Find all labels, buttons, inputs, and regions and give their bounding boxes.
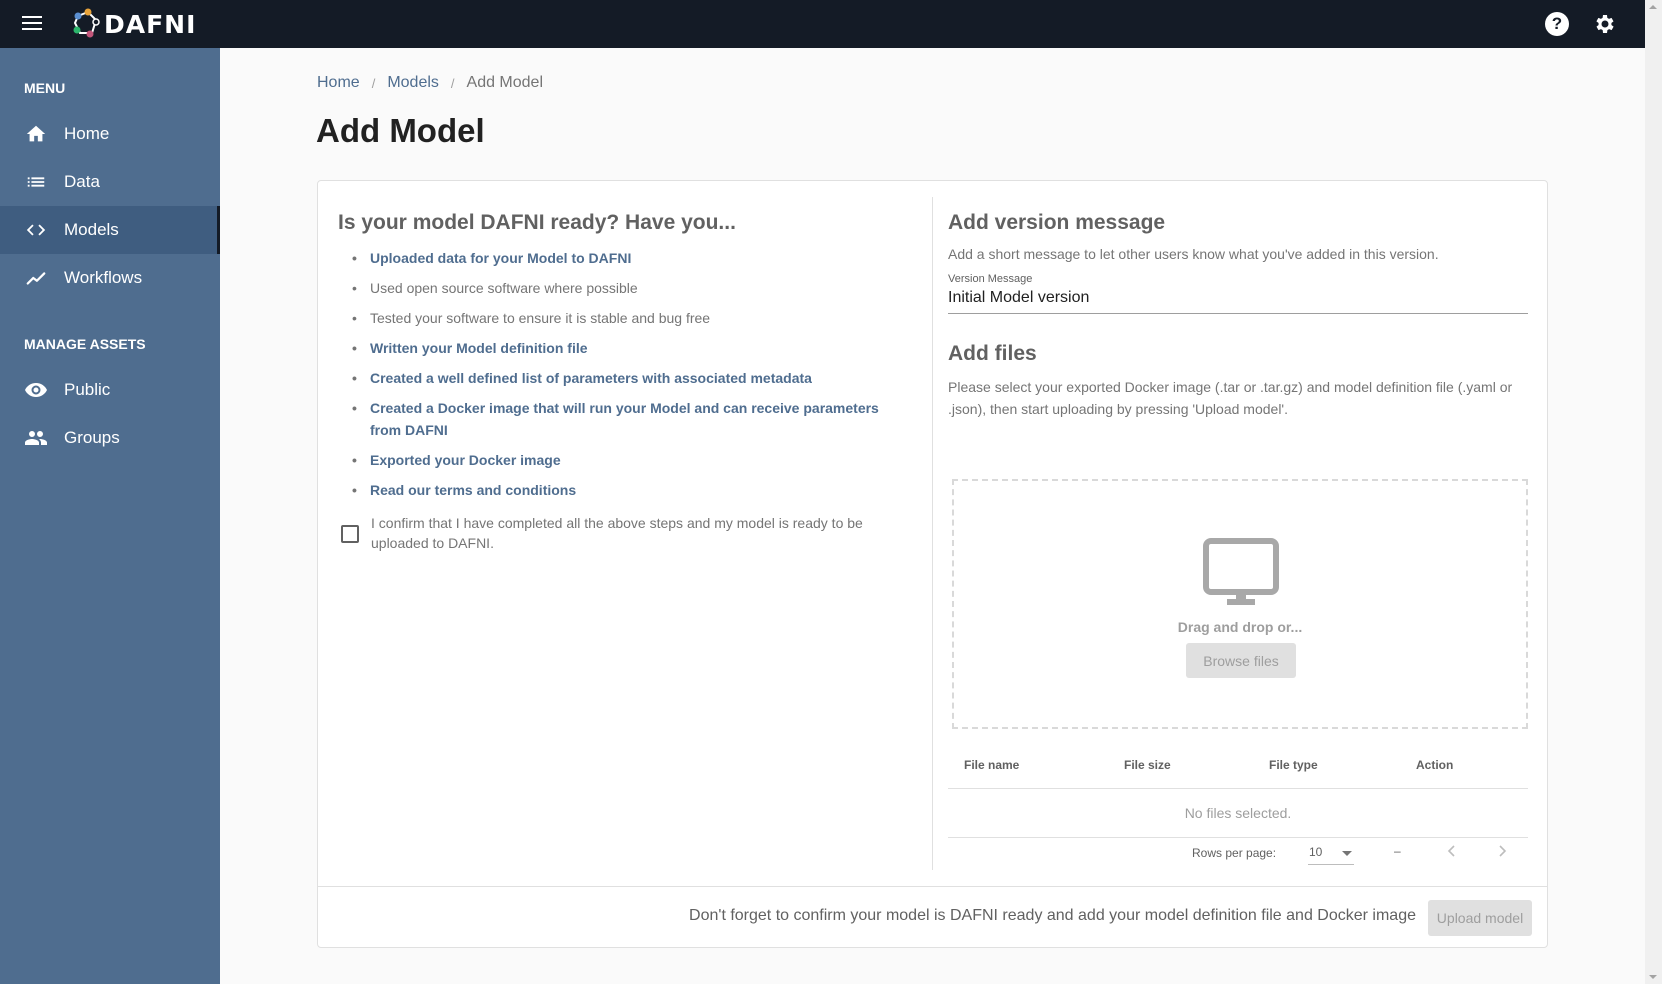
sidebar-item-groups[interactable]: Groups bbox=[0, 414, 220, 462]
sidebar-menu-heading: MENU bbox=[24, 80, 66, 96]
code-icon bbox=[24, 218, 48, 242]
dafni-logo[interactable]: DAFNI bbox=[70, 8, 196, 40]
breadcrumb-home[interactable]: Home bbox=[317, 74, 360, 92]
rows-per-page-select[interactable]: 10 bbox=[1308, 837, 1354, 865]
scroll-down-arrow-icon[interactable] bbox=[1649, 975, 1657, 979]
files-table-header: File name File size File type Action bbox=[948, 741, 1528, 789]
checklist-item-parameters[interactable]: Created a well defined list of parameter… bbox=[350, 367, 908, 389]
logo-text: DAFNI bbox=[104, 9, 197, 39]
scroll-up-arrow-icon[interactable] bbox=[1649, 5, 1657, 9]
browse-files-button[interactable]: Browse files bbox=[1186, 643, 1296, 678]
pagination-range: – bbox=[1394, 844, 1401, 858]
table-pagination: Rows per page: 10 – bbox=[948, 831, 1528, 871]
trend-icon bbox=[24, 266, 48, 290]
list-icon bbox=[24, 170, 48, 194]
sidebar-item-label: Workflows bbox=[64, 268, 143, 287]
top-app-bar: DAFNI ? bbox=[0, 0, 1645, 48]
sidebar: MENU Home Data Models Workflows MANAGE A… bbox=[0, 48, 220, 984]
breadcrumb-separator: / bbox=[450, 75, 455, 91]
breadcrumb-current: Add Model bbox=[466, 74, 544, 91]
version-and-files-section: Add version message Add a short message … bbox=[948, 211, 1528, 865]
column-divider bbox=[932, 197, 933, 870]
sidebar-assets-heading: MANAGE ASSETS bbox=[24, 336, 146, 352]
confirm-label[interactable]: I confirm that I have completed all the … bbox=[371, 513, 871, 553]
sidebar-item-label: Data bbox=[64, 172, 100, 191]
checklist-item-open-source: Used open source software where possible bbox=[350, 277, 908, 299]
dafni-logo-icon bbox=[73, 8, 100, 38]
eye-icon bbox=[24, 378, 48, 402]
sidebar-item-label: Models bbox=[64, 220, 119, 239]
checklist-item-definition-file[interactable]: Written your Model definition file bbox=[350, 337, 908, 359]
sidebar-item-label: Groups bbox=[64, 428, 120, 447]
sidebar-item-public[interactable]: Public bbox=[0, 366, 220, 414]
sidebar-item-home[interactable]: Home bbox=[0, 110, 220, 158]
checklist-item-docker-image[interactable]: Created a Docker image that will run you… bbox=[350, 397, 908, 441]
sidebar-item-models[interactable]: Models bbox=[0, 206, 220, 254]
checklist: Uploaded data for your Model to DAFNI Us… bbox=[338, 247, 908, 501]
checklist-title: Is your model DAFNI ready? Have you... bbox=[338, 211, 736, 234]
column-action: Action bbox=[1416, 757, 1454, 772]
version-message-input[interactable] bbox=[948, 285, 1528, 314]
checklist-item-tested: Tested your software to ensure it is sta… bbox=[350, 307, 908, 329]
checklist-item-terms[interactable]: Read our terms and conditions bbox=[350, 479, 908, 501]
sidebar-item-label: Home bbox=[64, 124, 110, 143]
files-description: Please select your exported Docker image… bbox=[948, 379, 1513, 417]
page-scrollbar[interactable] bbox=[1645, 0, 1662, 984]
help-icon[interactable]: ? bbox=[1545, 12, 1569, 36]
upload-model-button[interactable]: Upload model bbox=[1428, 900, 1532, 936]
people-icon bbox=[24, 426, 48, 450]
version-title: Add version message bbox=[948, 211, 1166, 234]
chevron-left-icon bbox=[1447, 845, 1455, 857]
readiness-checklist-section: Is your model DAFNI ready? Have you... U… bbox=[338, 211, 908, 553]
column-file-name: File name bbox=[964, 757, 1020, 772]
version-description: Add a short message to let other users k… bbox=[948, 246, 1439, 262]
home-icon bbox=[24, 122, 48, 146]
confirm-row: I confirm that I have completed all the … bbox=[338, 513, 908, 553]
gear-icon[interactable] bbox=[1593, 12, 1617, 36]
footer-divider bbox=[318, 886, 1547, 887]
menu-icon[interactable] bbox=[22, 16, 42, 32]
files-title: Add files bbox=[948, 342, 1037, 365]
next-page-button[interactable] bbox=[1490, 839, 1514, 863]
sidebar-item-workflows[interactable]: Workflows bbox=[0, 254, 220, 302]
footer-reminder: Don't forget to confirm your model is DA… bbox=[689, 907, 1416, 924]
files-table: File name File size File type Action No … bbox=[948, 741, 1528, 838]
previous-page-button[interactable] bbox=[1440, 839, 1464, 863]
column-file-type: File type bbox=[1269, 757, 1318, 772]
rows-per-page-label: Rows per page: bbox=[1192, 846, 1277, 860]
checklist-item-export-docker[interactable]: Exported your Docker image bbox=[350, 449, 908, 471]
version-message-label: Version Message bbox=[948, 273, 1033, 285]
monitor-icon bbox=[1203, 538, 1279, 605]
confirm-checkbox[interactable] bbox=[341, 525, 359, 543]
chevron-right-icon bbox=[1499, 845, 1507, 857]
sidebar-item-data[interactable]: Data bbox=[0, 158, 220, 206]
breadcrumb-separator: / bbox=[371, 75, 376, 91]
add-model-card: Is your model DAFNI ready? Have you... U… bbox=[317, 180, 1548, 948]
breadcrumb-models[interactable]: Models bbox=[387, 74, 439, 92]
chevron-down-icon bbox=[1342, 851, 1352, 856]
page-title: Add Model bbox=[316, 112, 485, 149]
file-dropzone[interactable]: Drag and drop or... Browse files bbox=[952, 479, 1528, 729]
sidebar-item-label: Public bbox=[64, 380, 111, 399]
drag-drop-text: Drag and drop or... bbox=[1177, 619, 1303, 635]
column-file-size: File size bbox=[1124, 757, 1171, 772]
breadcrumb: Home / Models / Add Model bbox=[317, 74, 543, 92]
checklist-item-upload-data[interactable]: Uploaded data for your Model to DAFNI bbox=[350, 247, 908, 269]
rows-per-page-value: 10 bbox=[1309, 845, 1323, 859]
